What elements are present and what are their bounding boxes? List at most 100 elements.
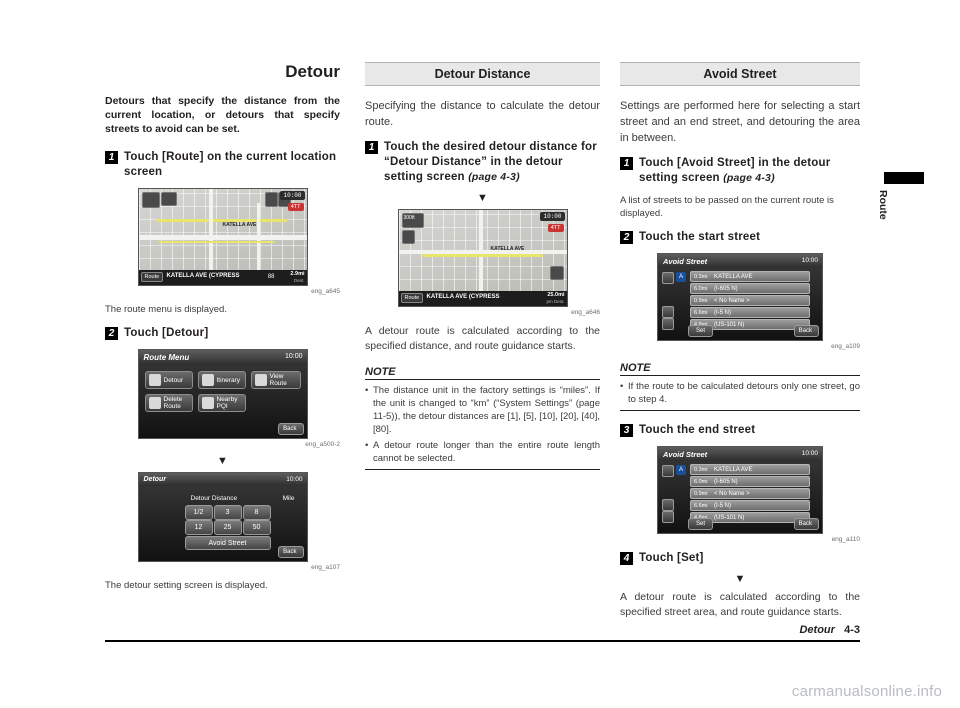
street-name: (I-605 N) (714, 478, 738, 485)
map-option-button[interactable] (549, 266, 564, 280)
screenshot-current-location: KATELLA AVE 10:00 4TT Route KATELLA AVE … (137, 188, 308, 286)
step-label: Touch [Detour] (124, 327, 209, 339)
step-label: Touch the desired detour distance for “D… (384, 140, 600, 185)
chapter-tab-label: Route (877, 190, 889, 220)
map-option-button[interactable] (401, 230, 415, 244)
street-list-item[interactable]: 6.6mi (I-5 N) (690, 307, 810, 318)
list-option-button[interactable] (662, 318, 674, 330)
avoid-street-button[interactable]: Avoid Street (184, 536, 271, 550)
end-marker-icon: A (676, 465, 686, 475)
note-rule (365, 469, 600, 470)
menu-button-itinerary[interactable]: Itinerary (197, 371, 246, 389)
back-button[interactable]: Back (278, 423, 304, 435)
map-street-label: KATELLA AVE (490, 246, 525, 252)
back-button[interactable]: Back (793, 518, 819, 530)
map-route-line (422, 254, 543, 257)
detour-icon (148, 374, 161, 386)
step-label: Touch [Set] (639, 552, 704, 564)
after-step-3-text: The detour setting screen is displayed. (105, 580, 268, 591)
distance-button-3[interactable]: 12 (184, 520, 213, 535)
step-label: Touch [Avoid Street] in the detour setti… (639, 156, 860, 186)
street-list-item[interactable]: 6.6mi (I-5 N) (690, 500, 810, 511)
street-distance: 0.3mi (694, 466, 708, 473)
step-label: Touch the end street (639, 424, 756, 436)
screen-title: Avoid Street 10:00 (658, 254, 822, 268)
list-option-button[interactable] (662, 511, 674, 523)
unit-label: Mile (282, 495, 295, 502)
itinerary-icon (201, 374, 214, 386)
watermark: carmanualsonline.info (791, 683, 942, 700)
route-button[interactable]: Route (400, 293, 424, 303)
street-distance: 0.9mi (694, 490, 708, 497)
clock-display: 10:00 (286, 476, 303, 483)
street-distance: 6.6mi (694, 502, 708, 509)
street-list-item[interactable]: 6.0mi (I-605 N) (690, 476, 810, 487)
step-number: 1 (365, 141, 378, 154)
street-name: KATELLA AVE (714, 466, 753, 473)
scroll-down-button[interactable] (662, 499, 674, 511)
figure-caption: eng_a500-2 (305, 441, 340, 448)
back-button[interactable]: Back (278, 546, 304, 558)
screenshot-route-menu: Route Menu 10:00 Detour Itinerary View R… (137, 349, 308, 439)
back-button[interactable]: Back (793, 325, 819, 337)
menu-button-detour[interactable]: Detour (144, 371, 193, 389)
screen-title-text: Avoid Street (663, 450, 708, 459)
figure-caption: eng_a107 (311, 564, 340, 571)
distance-button-2[interactable]: 8 (242, 505, 271, 520)
street-list-item[interactable]: 0.9mi < No Name > (690, 488, 810, 499)
street-name: KATELLA AVE (714, 273, 753, 280)
screen-title-text: Detour (143, 476, 167, 483)
clock-display: 10:00 (280, 191, 305, 200)
note-item: The distance unit in the factory setting… (365, 384, 600, 436)
distance-button-4[interactable]: 25 (213, 520, 242, 535)
scroll-up-button[interactable] (662, 465, 674, 477)
route-button[interactable]: Route (140, 272, 164, 282)
distance-button-0[interactable]: 1/2 (184, 505, 213, 520)
scroll-up-button[interactable] (662, 272, 674, 284)
intro-paragraph: Detours that specify the distance from t… (105, 95, 340, 135)
page-title: Detour (285, 62, 340, 81)
distance-button-1[interactable]: 3 (213, 505, 242, 520)
figure-caption: eng_a110 (831, 536, 860, 543)
step-2-detour: 2 Touch [Detour] (105, 326, 340, 341)
street-list-item[interactable]: 0.3mi KATELLA AVE (690, 271, 810, 282)
street-distance: 6.6mi (694, 309, 708, 316)
street-list-item[interactable]: 0.3mi KATELLA AVE (690, 464, 810, 475)
set-button[interactable]: Set (688, 518, 714, 530)
street-name: (US-101 N) (714, 514, 745, 521)
current-street-label: KATELLA AVE (CYPRESS (166, 273, 240, 279)
menu-button-view-route[interactable]: View Route (250, 371, 301, 389)
screen-title: Avoid Street 10:00 (658, 447, 822, 461)
menu-button-delete-route[interactable]: Delete Route (144, 394, 193, 412)
map-zoom-button[interactable] (141, 192, 160, 208)
menu-button-nearby-poi[interactable]: Nearby PQI (197, 394, 246, 412)
map-road (256, 203, 260, 273)
set-button[interactable]: Set (688, 325, 714, 337)
detour-distance-label: Detour Distance (190, 495, 238, 502)
step-3-end-street: 3 Touch the end street (620, 423, 860, 438)
after-step-1-text: A list of streets to be passed on the cu… (620, 195, 834, 219)
step-number: 2 (620, 231, 633, 244)
step-1-avoid-street: 1 Touch [Avoid Street] in the detour set… (620, 156, 860, 186)
destination-sublabel: Dest. (293, 278, 305, 283)
column-left: Detour Detours that specify the distance… (105, 62, 340, 602)
step-number: 3 (620, 424, 633, 437)
step-number: 1 (105, 151, 118, 164)
distance-button-5[interactable]: 50 (242, 520, 271, 535)
step-number: 1 (620, 157, 633, 170)
map-menu-button[interactable] (160, 192, 177, 206)
street-list-item[interactable]: 0.9mi < No Name > (690, 295, 810, 306)
street-list-item[interactable]: 6.0mi (I-605 N) (690, 283, 810, 294)
step-label: Touch the start street (639, 231, 761, 243)
note-title: NOTE (620, 362, 860, 376)
step-reference: (page 4-3) (723, 172, 775, 184)
footer-chapter: Detour (799, 624, 835, 636)
flow-arrow: ▼ (217, 455, 228, 467)
distance-to-destination: 2.9mi (290, 271, 305, 277)
manual-page: Detour Detours that specify the distance… (0, 0, 960, 708)
scroll-down-button[interactable] (662, 306, 674, 318)
map-route-line (158, 241, 275, 243)
step-1-route: 1 Touch [Route] on the current location … (105, 150, 340, 180)
footer-page-number: 4-3 (844, 624, 860, 636)
map-option-button[interactable] (264, 192, 278, 207)
